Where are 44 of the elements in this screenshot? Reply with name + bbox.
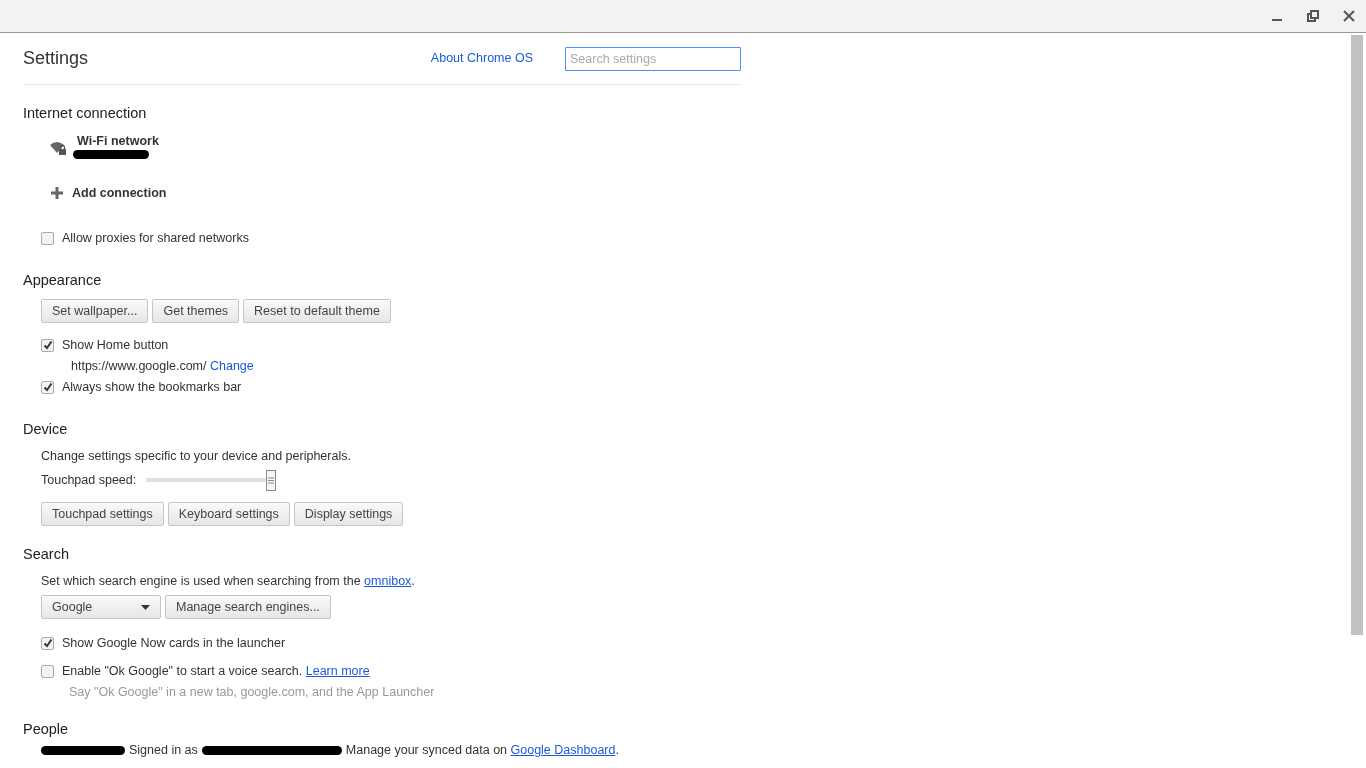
learn-more-link[interactable]: Learn more bbox=[305, 663, 370, 678]
checkbox[interactable] bbox=[41, 380, 54, 394]
checkbox[interactable] bbox=[41, 338, 54, 352]
scrollbar-thumb[interactable] bbox=[1351, 35, 1363, 635]
button[interactable]: Get themes bbox=[152, 299, 240, 323]
search-engine-dropdown[interactable]: Google bbox=[41, 595, 161, 619]
section-heading: People bbox=[23, 720, 70, 739]
section-heading: Appearance bbox=[23, 271, 103, 290]
button[interactable]: Display settings bbox=[293, 502, 404, 526]
section-heading: Internet connection bbox=[23, 104, 148, 123]
button[interactable]: Manage search engines... bbox=[165, 595, 331, 619]
network-name[interactable]: Wi-Fi network bbox=[77, 134, 159, 148]
signed-in-text: Signed in as bbox=[129, 741, 198, 759]
change-link[interactable]: Change bbox=[209, 359, 254, 373]
button[interactable]: Reset to default theme bbox=[243, 299, 391, 323]
checkbox[interactable] bbox=[41, 664, 54, 678]
button[interactable]: Touchpad settings bbox=[41, 502, 164, 526]
plus-icon[interactable] bbox=[50, 186, 64, 200]
sync-text: Manage your synced data on Google Dashboard. bbox=[345, 741, 619, 759]
hint-text: Say "Ok Google" in a new tab, google.com, and the App Launcher bbox=[69, 685, 435, 699]
checkbox-label: Always show the bookmarks bar bbox=[62, 378, 242, 396]
slider-label: Touchpad speed: bbox=[41, 471, 137, 489]
description-text: Change settings specific to your device and peripherals. bbox=[41, 449, 351, 463]
slider-thumb[interactable] bbox=[266, 469, 277, 491]
checkbox[interactable] bbox=[41, 636, 54, 650]
close-icon[interactable] bbox=[1342, 9, 1356, 23]
checkbox-label: Show Google Now cards in the launcher bbox=[62, 634, 286, 652]
page-title: Settings bbox=[23, 47, 89, 70]
button[interactable]: Set wallpaper... bbox=[41, 299, 149, 323]
about-link[interactable]: About Chrome OS bbox=[430, 49, 533, 68]
checkbox-label: Enable "Ok Google" to start a voice search. Learn more bbox=[62, 662, 370, 680]
search-field[interactable]: Search settings bbox=[565, 46, 741, 71]
button[interactable]: Keyboard settings bbox=[167, 502, 290, 526]
checkbox-label: Show Home button bbox=[62, 336, 169, 354]
section-heading: Search bbox=[23, 545, 70, 564]
caret-icon bbox=[141, 604, 150, 610]
section-heading: Device bbox=[23, 420, 69, 439]
description-text: Set which search engine is used when searching from the omnibox. bbox=[41, 574, 415, 588]
restore-icon[interactable] bbox=[1306, 9, 1320, 23]
url-text: https://www.google.com/ Change bbox=[71, 359, 254, 373]
checkbox-label: Allow proxies for shared networks bbox=[62, 229, 249, 247]
wifi-lock-icon bbox=[49, 140, 69, 156]
checkbox[interactable] bbox=[41, 231, 54, 245]
add-connection-link[interactable]: Add connection bbox=[72, 183, 167, 203]
